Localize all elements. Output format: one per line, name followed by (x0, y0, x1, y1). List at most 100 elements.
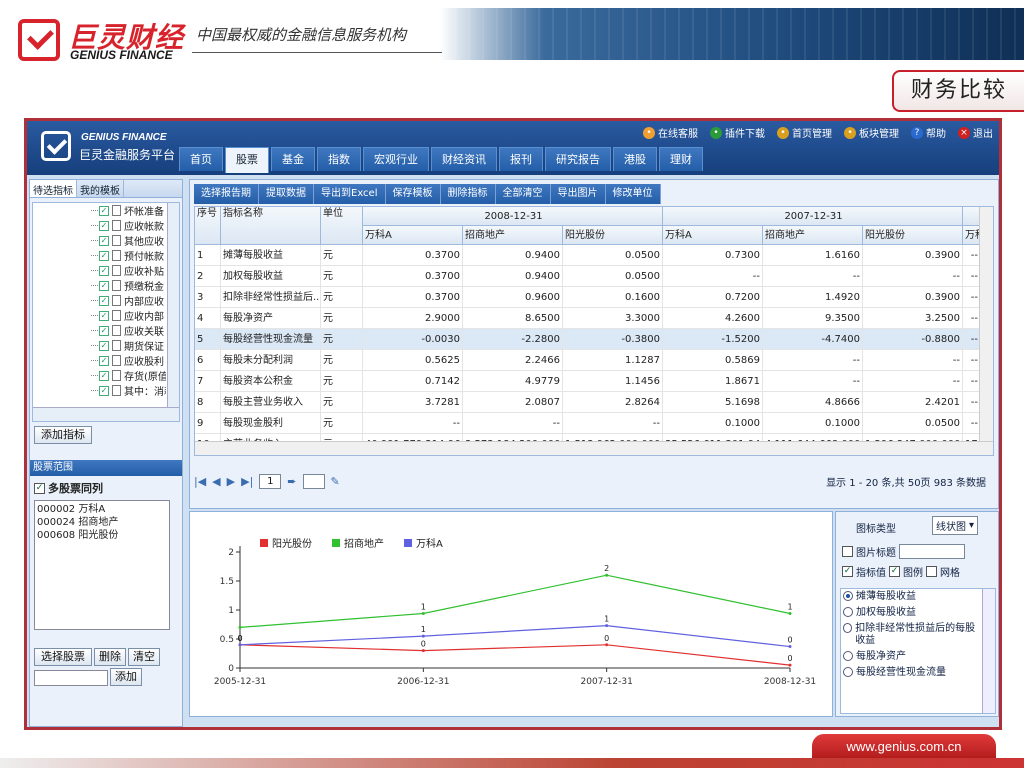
tree-item-checkbox[interactable]: ✓ (99, 250, 109, 261)
clear-stock-button[interactable]: 清空 (128, 648, 160, 666)
show-legend-checkbox[interactable]: ✓ (889, 566, 900, 577)
indicator-option[interactable]: 扣除非经常性损益后的每股收益 (841, 621, 995, 649)
toolbar-button-3[interactable]: 保存模板 (386, 184, 441, 204)
tree-item[interactable]: ✓ 应收内部 (33, 308, 179, 323)
multi-stock-option[interactable]: ✓ 多股票同列 (34, 480, 103, 496)
toplink-3[interactable]: • 板块管理 (844, 125, 899, 140)
tree-horizontal-scrollbar[interactable] (33, 407, 179, 421)
refresh-icon[interactable]: ✎ (331, 475, 340, 488)
tree-item[interactable]: ✓ 应收关联 (33, 323, 179, 338)
tree-item[interactable]: ✓ 存货(原值) (33, 368, 179, 383)
tree-item[interactable]: ✓ 其中：消耗 (33, 383, 179, 398)
grid-vertical-scrollbar[interactable] (979, 207, 993, 443)
tree-item-checkbox[interactable]: ✓ (99, 280, 109, 291)
tree-item[interactable]: ✓ 预付帐款 (33, 248, 179, 263)
indicator-option[interactable]: 每股经营性现金流量 (841, 665, 995, 681)
add-indicator-button[interactable]: 添加指标 (34, 426, 92, 444)
tree-item-checkbox[interactable]: ✓ (99, 295, 109, 306)
toolbar-button-1[interactable]: 提取数据 (259, 184, 314, 204)
next-page-icon[interactable]: ▶ (227, 475, 235, 488)
page-size-input[interactable] (302, 473, 325, 489)
select-stock-button[interactable]: 选择股票 (34, 648, 92, 666)
tree-item-checkbox[interactable]: ✓ (99, 325, 109, 336)
tree-item-checkbox[interactable]: ✓ (99, 235, 109, 246)
indicator-label: 摊薄每股收益 (856, 591, 916, 602)
tree-item[interactable]: ✓ 应收股利 (33, 353, 179, 368)
prev-page-icon[interactable]: ◀ (212, 475, 220, 488)
toolbar-button-0[interactable]: 选择报告期 (194, 184, 259, 204)
tree-item-checkbox[interactable]: ✓ (99, 220, 109, 231)
list-item[interactable]: 000002 万科A (37, 503, 167, 516)
indicator-radio[interactable] (843, 591, 853, 601)
series-line (239, 625, 791, 648)
toplink-4[interactable]: ? 帮助 (911, 125, 946, 140)
indicator-option[interactable]: 摊薄每股收益 (841, 589, 995, 605)
chart-title-checkbox[interactable] (842, 546, 853, 557)
list-item[interactable]: 000024 招商地产 (37, 516, 167, 529)
nav-tab-2[interactable]: 基金 (271, 147, 315, 171)
tree-item[interactable]: ✓ 期货保证 (33, 338, 179, 353)
indicator-radio[interactable] (843, 607, 853, 617)
tree-item-checkbox[interactable]: ✓ (99, 355, 109, 366)
tree-item-checkbox[interactable]: ✓ (99, 370, 109, 381)
chart-type-select[interactable]: 线状图 ▾ (932, 516, 979, 535)
stock-code-input[interactable] (34, 670, 108, 686)
toplink-0[interactable]: • 在线客服 (643, 125, 698, 140)
indicator-radio[interactable] (843, 651, 853, 661)
delete-stock-button[interactable]: 删除 (94, 648, 126, 666)
tree-item-checkbox[interactable]: ✓ (99, 310, 109, 321)
nav-tab-7[interactable]: 研究报告 (545, 147, 611, 171)
show-value-checkbox[interactable]: ✓ (842, 566, 853, 577)
stock-list: 000002 万科A 000024 招商地产 000608 阳光股份 (34, 500, 170, 630)
tree-item[interactable]: ✓ 坏帐准备 (33, 203, 179, 218)
last-page-icon[interactable]: ▶| (241, 475, 253, 488)
tree-vertical-scrollbar[interactable] (167, 203, 179, 407)
tree-item[interactable]: ✓ 其他应收 (33, 233, 179, 248)
tree-item-checkbox[interactable]: ✓ (99, 265, 109, 276)
indicator-option[interactable]: 加权每股收益 (841, 605, 995, 621)
tree-item[interactable]: ✓ 内部应收 (33, 293, 179, 308)
nav-tab-5[interactable]: 财经资讯 (431, 147, 497, 171)
indicator-radio[interactable] (843, 667, 853, 677)
grid-horizontal-scrollbar[interactable] (195, 441, 993, 455)
show-grid-checkbox[interactable] (926, 566, 937, 577)
toplink-1[interactable]: • 插件下载 (710, 125, 765, 140)
toolbar-button-2[interactable]: 导出到Excel (314, 184, 386, 204)
tab-candidate-indicators[interactable]: 待选指标 (30, 180, 77, 197)
list-item[interactable]: 000608 阳光股份 (37, 529, 167, 542)
cell-value: 4.9779 (463, 371, 563, 392)
tree-item[interactable]: ✓ 应收补贴 (33, 263, 179, 278)
toplink-2[interactable]: • 首页管理 (777, 125, 832, 140)
footer-url[interactable]: www.genius.com.cn (812, 734, 996, 760)
toolbar-button-6[interactable]: 导出图片 (551, 184, 606, 204)
first-page-icon[interactable]: |◀ (194, 475, 206, 488)
nav-tab-0[interactable]: 首页 (179, 147, 223, 171)
tree-item[interactable]: ✓ 预缴税金 (33, 278, 179, 293)
toolbar-button-5[interactable]: 全部清空 (496, 184, 551, 204)
tab-my-templates[interactable]: 我的模板 (77, 180, 124, 197)
tree-item[interactable]: ✓ 应收帐款 (33, 218, 179, 233)
multi-stock-checkbox[interactable]: ✓ (34, 482, 45, 494)
site-banner: 巨灵财经 GENIUS FINANCE 中国最权威的金融信息服务机构 (0, 0, 1024, 70)
toolbar-button-7[interactable]: 修改单位 (606, 184, 661, 204)
nav-tab-3[interactable]: 指数 (317, 147, 361, 171)
nav-tab-6[interactable]: 报刊 (499, 147, 543, 171)
page-number-input[interactable]: 1 (259, 473, 282, 489)
go-page-icon[interactable]: ➨ (287, 475, 296, 488)
nav-tab-4[interactable]: 宏观行业 (363, 147, 429, 171)
nav-tab-1[interactable]: 股票 (225, 147, 269, 173)
chart-title-input[interactable] (899, 544, 965, 559)
tree-item-checkbox[interactable]: ✓ (99, 385, 109, 396)
indicator-radio[interactable] (843, 623, 853, 633)
add-stock-button[interactable]: 添加 (110, 668, 142, 686)
nav-tab-8[interactable]: 港股 (613, 147, 657, 171)
indicator-option[interactable]: 每股净资产 (841, 649, 995, 665)
indicator-label: 加权每股收益 (856, 607, 916, 618)
toplink-5[interactable]: × 退出 (958, 125, 993, 140)
tree-item-checkbox[interactable]: ✓ (99, 340, 109, 351)
nav-tab-9[interactable]: 理财 (659, 147, 703, 171)
indicator-list-scrollbar[interactable] (982, 589, 995, 713)
toolbar-button-4[interactable]: 删除指标 (441, 184, 496, 204)
column-header-stock: 阳光股份 (563, 226, 663, 245)
tree-item-checkbox[interactable]: ✓ (99, 205, 109, 216)
